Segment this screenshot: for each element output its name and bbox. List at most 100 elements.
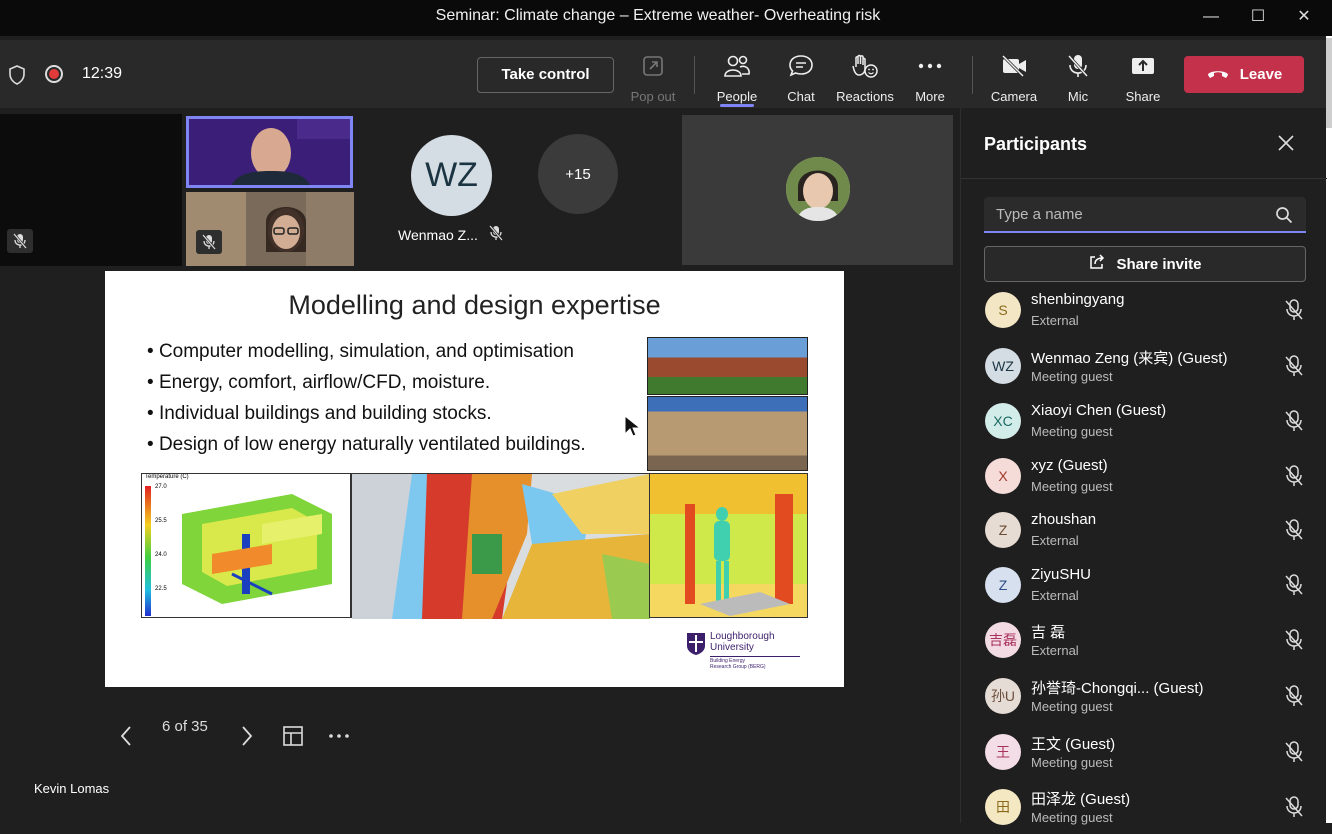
reactions-icon bbox=[833, 52, 897, 80]
close-panel-button[interactable] bbox=[1277, 134, 1295, 157]
logo-subline: Research Group (BERG) bbox=[710, 664, 766, 670]
video-tile-dark[interactable] bbox=[0, 114, 182, 266]
thermal-tick: 22.5 bbox=[155, 586, 167, 592]
camera-label: Camera bbox=[990, 89, 1038, 104]
participant-row[interactable]: 田田泽龙 (Guest) Meeting guest bbox=[961, 779, 1327, 834]
more-button[interactable]: More bbox=[898, 52, 962, 104]
share-invite-button[interactable]: Share invite bbox=[984, 246, 1306, 282]
slide-bullet: Computer modelling, simulation, and opti… bbox=[147, 341, 586, 372]
participant-name: Wenmao Zeng (来宾) (Guest) bbox=[1031, 350, 1228, 367]
overflow-participants-button[interactable]: +15 bbox=[538, 134, 618, 214]
participant-name: Wenmao Z... bbox=[398, 227, 478, 243]
avatar: 王 bbox=[985, 734, 1021, 770]
avatar: 田 bbox=[985, 789, 1021, 825]
more-label: More bbox=[915, 89, 945, 104]
camera-off-icon bbox=[982, 52, 1046, 80]
people-label: People bbox=[716, 89, 758, 104]
search-icon[interactable] bbox=[1275, 206, 1293, 229]
participant-row[interactable]: 吉磊吉 磊 External bbox=[961, 612, 1327, 667]
participant-row[interactable]: 孙U 孙誉琦-Chongqi... (Guest) Meeting guest bbox=[961, 668, 1327, 723]
avatar: Z bbox=[985, 567, 1021, 603]
slide-more-button[interactable] bbox=[328, 725, 350, 752]
mic-off-icon bbox=[1284, 519, 1304, 546]
camera-button[interactable]: Camera bbox=[982, 52, 1046, 104]
more-icon bbox=[898, 52, 962, 80]
avatar[interactable]: WZ bbox=[411, 135, 492, 216]
participant-row[interactable]: XC Xiaoyi Chen (Guest) Meeting guest bbox=[961, 393, 1327, 448]
slide-page-indicator: 6 of 35 bbox=[162, 718, 208, 735]
participant-role: External bbox=[1031, 588, 1079, 603]
video-tile-participant[interactable] bbox=[682, 115, 953, 265]
recording-icon bbox=[45, 65, 63, 83]
participant-row[interactable]: Z ZiyuSHU External bbox=[961, 557, 1327, 612]
scrollbar-thumb[interactable] bbox=[1326, 38, 1332, 128]
mic-off-icon bbox=[1284, 685, 1304, 712]
previous-slide-button[interactable] bbox=[119, 725, 133, 752]
mic-off-icon bbox=[1284, 465, 1304, 492]
share-invite-icon bbox=[1088, 253, 1106, 275]
panel-divider bbox=[961, 178, 1327, 179]
mic-button[interactable]: Mic bbox=[1046, 52, 1110, 104]
thermal-tick: 24.0 bbox=[155, 552, 167, 558]
participant-name: 孙誉琦-Chongqi... (Guest) bbox=[1031, 680, 1204, 697]
window-title: Seminar: Climate change – Extreme weathe… bbox=[435, 7, 881, 24]
presenter-name: Kevin Lomas bbox=[34, 781, 110, 796]
next-slide-button[interactable] bbox=[240, 725, 254, 752]
meeting-timer: 12:39 bbox=[82, 65, 123, 82]
mic-off-icon bbox=[1284, 741, 1304, 768]
participant-row[interactable]: Xxyz (Guest) Meeting guest bbox=[961, 448, 1327, 503]
close-window-button[interactable]: ✕ bbox=[1292, 6, 1316, 28]
participant-name: shenbingyang bbox=[1031, 291, 1125, 308]
toolbar-divider bbox=[694, 56, 695, 94]
mic-off-icon bbox=[1046, 52, 1110, 80]
avatar: S bbox=[985, 292, 1021, 328]
participant-name: zhoushan bbox=[1031, 511, 1097, 528]
avatar: X bbox=[985, 458, 1021, 494]
maximize-button[interactable]: ☐ bbox=[1246, 6, 1270, 28]
participant-row[interactable]: WZ Wenmao Zeng (来宾) (Guest) Meeting guest bbox=[961, 338, 1327, 393]
people-icon bbox=[705, 52, 769, 80]
reactions-label: Reactions bbox=[836, 89, 894, 104]
pop-out-label: Pop out bbox=[630, 89, 676, 104]
thermal-model-image: Temperature (C) 27.0 25.5 24.0 22.5 bbox=[141, 473, 351, 618]
leave-button[interactable]: Leave bbox=[1184, 56, 1304, 93]
chat-button[interactable]: Chat bbox=[769, 52, 833, 104]
mic-off-icon bbox=[1284, 355, 1304, 382]
mic-off-icon bbox=[489, 225, 503, 246]
mic-off-icon bbox=[1284, 299, 1304, 326]
people-button[interactable]: People bbox=[705, 52, 769, 107]
close-icon bbox=[1278, 135, 1294, 151]
panel-title: Participants bbox=[984, 134, 1088, 154]
share-invite-label: Share invite bbox=[1116, 255, 1202, 273]
mic-off-icon bbox=[1284, 410, 1304, 437]
participant-name: Xiaoyi Chen (Guest) bbox=[1031, 402, 1167, 419]
participant-row[interactable]: 王王文 (Guest) Meeting guest bbox=[961, 724, 1327, 779]
toolbar-divider bbox=[972, 56, 973, 94]
pop-out-button[interactable]: Pop out bbox=[621, 52, 685, 104]
share-button[interactable]: Share bbox=[1111, 52, 1175, 104]
mouse-cursor-icon bbox=[622, 414, 642, 443]
cfd-simulation-image bbox=[649, 473, 808, 618]
shield-icon bbox=[8, 65, 26, 90]
mic-label: Mic bbox=[1067, 89, 1089, 104]
slide-overview-button[interactable] bbox=[282, 725, 304, 752]
participant-role: Meeting guest bbox=[1031, 755, 1113, 770]
building-photo bbox=[647, 337, 808, 395]
participants-panel: Participants Share invite Sshenbingyang E… bbox=[960, 108, 1327, 825]
participant-role: External bbox=[1031, 643, 1079, 658]
participant-row[interactable]: Sshenbingyang External bbox=[961, 282, 1327, 337]
participant-search bbox=[984, 197, 1306, 233]
minimize-button[interactable]: — bbox=[1199, 6, 1223, 28]
reactions-button[interactable]: Reactions bbox=[833, 52, 897, 104]
university-crest-icon bbox=[687, 633, 705, 655]
video-tile-speaker[interactable] bbox=[186, 116, 353, 188]
take-control-button[interactable]: Take control bbox=[477, 57, 614, 93]
video-tile-participant[interactable] bbox=[186, 192, 354, 266]
avatar: 孙U bbox=[985, 678, 1021, 714]
avatar: Z bbox=[985, 512, 1021, 548]
search-input[interactable] bbox=[996, 204, 1266, 224]
thermal-tick: 25.5 bbox=[155, 518, 167, 524]
participant-role: Meeting guest bbox=[1031, 699, 1113, 714]
pop-out-icon bbox=[621, 52, 685, 80]
participant-row[interactable]: Zzhoushan External bbox=[961, 502, 1327, 557]
